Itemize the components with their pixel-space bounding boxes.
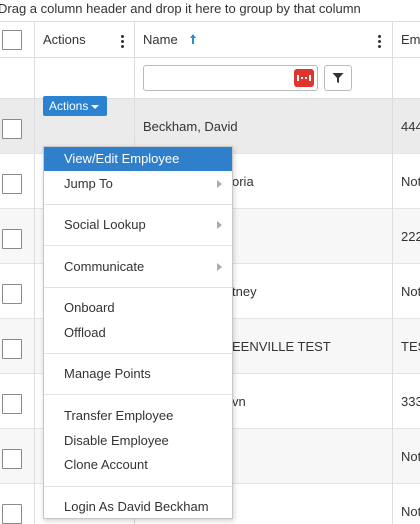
cell-employee: 333 bbox=[401, 394, 420, 409]
sort-ascending-icon[interactable] bbox=[189, 33, 197, 48]
column-divider bbox=[392, 22, 393, 524]
cell-employee: Not bbox=[401, 449, 420, 464]
filter-funnel-icon[interactable] bbox=[324, 65, 352, 91]
caret-down-icon bbox=[91, 104, 100, 109]
menu-separator bbox=[44, 287, 232, 288]
group-by-drop-zone[interactable]: Drag a column header and drop it here to… bbox=[0, 0, 420, 21]
row-checkbox[interactable] bbox=[2, 449, 22, 469]
row-actions-button[interactable]: Actions bbox=[43, 96, 107, 116]
cell-name: Beckham, David bbox=[143, 119, 238, 134]
column-header-actions[interactable]: Actions bbox=[43, 32, 86, 47]
row-checkbox[interactable] bbox=[2, 284, 22, 304]
menu-separator bbox=[44, 204, 232, 205]
cell-employee: Not bbox=[401, 284, 420, 299]
row-checkbox[interactable] bbox=[2, 504, 22, 524]
menu-separator bbox=[44, 245, 232, 246]
cell-employee: Not bbox=[401, 504, 420, 519]
name-filter-input[interactable] bbox=[143, 65, 318, 91]
menu-item-view-edit-employee[interactable]: View/Edit Employee bbox=[44, 147, 232, 171]
menu-item-transfer-employee[interactable]: Transfer Employee bbox=[44, 404, 232, 428]
cell-employee: Not bbox=[401, 174, 420, 189]
menu-item-communicate[interactable]: Communicate bbox=[44, 255, 232, 279]
row-actions-label: Actions bbox=[49, 99, 89, 113]
cell-employee: TES bbox=[401, 339, 420, 354]
row-checkbox[interactable] bbox=[2, 229, 22, 249]
menu-item-manage-points[interactable]: Manage Points bbox=[44, 362, 232, 386]
menu-item-offload[interactable]: Offload bbox=[44, 321, 232, 345]
cell-employee: 444 bbox=[401, 119, 420, 134]
menu-separator bbox=[44, 353, 232, 354]
column-divider bbox=[34, 22, 35, 524]
menu-item-jump-to[interactable]: Jump To bbox=[44, 172, 232, 196]
chevron-right-icon bbox=[217, 263, 222, 271]
cell-name: oria bbox=[232, 174, 254, 189]
select-all-checkbox[interactable] bbox=[2, 30, 22, 50]
menu-item-clone-account[interactable]: Clone Account bbox=[44, 453, 232, 477]
menu-item-login-as[interactable]: Login As David Beckham bbox=[44, 495, 232, 519]
group-by-hint-text: Drag a column header and drop it here to… bbox=[0, 1, 361, 16]
menu-item-onboard[interactable]: Onboard bbox=[44, 296, 232, 320]
cell-name: EENVILLE TEST bbox=[232, 339, 331, 354]
chevron-right-icon bbox=[217, 180, 222, 188]
grid-header-row: Actions Name Em bbox=[0, 22, 420, 58]
cell-employee: 222 bbox=[401, 229, 420, 244]
clear-filter-icon[interactable] bbox=[294, 69, 314, 87]
grid-filter-row bbox=[0, 58, 420, 99]
row-actions-menu: View/Edit Employee Jump To Social Lookup… bbox=[43, 146, 233, 519]
cell-name: tney bbox=[232, 284, 257, 299]
menu-separator bbox=[44, 486, 232, 487]
row-checkbox[interactable] bbox=[2, 119, 22, 139]
chevron-right-icon bbox=[217, 221, 222, 229]
menu-separator bbox=[44, 394, 232, 395]
row-checkbox[interactable] bbox=[2, 174, 22, 194]
actions-column-menu-icon[interactable] bbox=[121, 35, 125, 49]
menu-item-social-lookup[interactable]: Social Lookup bbox=[44, 213, 232, 237]
name-column-menu-icon[interactable] bbox=[378, 35, 382, 49]
column-header-employee[interactable]: Em bbox=[401, 32, 420, 47]
row-checkbox[interactable] bbox=[2, 394, 22, 414]
column-header-name[interactable]: Name bbox=[143, 32, 178, 47]
menu-item-disable-employee[interactable]: Disable Employee bbox=[44, 429, 232, 453]
row-checkbox[interactable] bbox=[2, 339, 22, 359]
cell-name: vn bbox=[232, 394, 246, 409]
